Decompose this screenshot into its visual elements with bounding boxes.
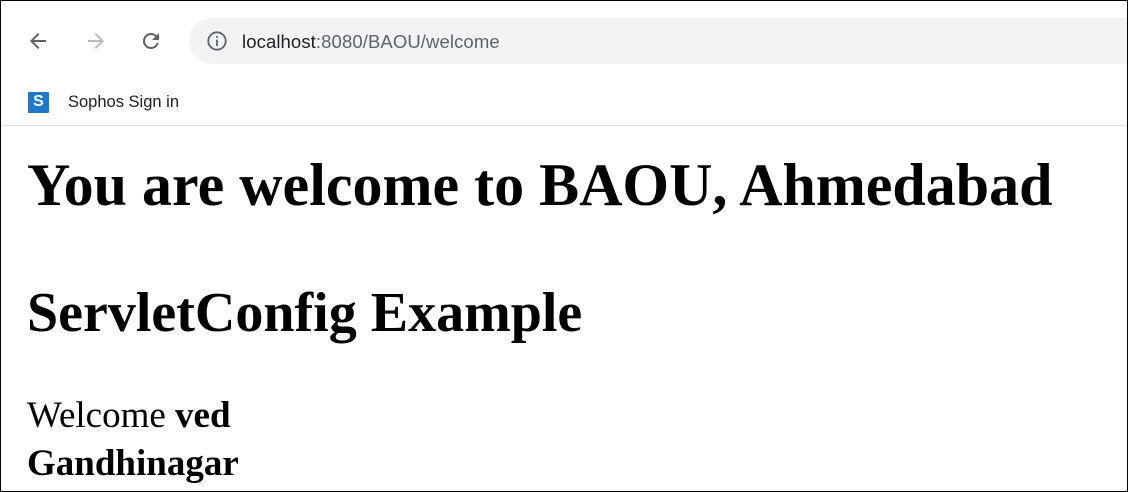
bookmarks-bar: S Sophos Sign in <box>1 81 1127 126</box>
sophos-icon: S <box>28 91 49 113</box>
forward-button[interactable] <box>78 23 114 59</box>
welcome-name: ved <box>175 395 231 436</box>
back-button[interactable] <box>20 23 56 59</box>
info-circle-icon[interactable] <box>206 30 228 52</box>
page-heading-servletconfig: ServletConfig Example <box>27 282 583 344</box>
browser-window: localhost:8080/BAOU/welcome S Sophos Sig… <box>0 0 1128 492</box>
url-host: localhost <box>242 31 316 52</box>
browser-toolbar: localhost:8080/BAOU/welcome <box>1 1 1127 81</box>
reload-button[interactable] <box>133 23 169 59</box>
welcome-prefix: Welcome <box>27 395 176 436</box>
reload-icon <box>142 32 159 49</box>
page-heading-welcome: You are welcome to BAOU, Ahmedabad <box>27 152 1053 218</box>
address-bar[interactable]: localhost:8080/BAOU/welcome <box>189 18 1127 64</box>
bookmark-label: Sophos Sign in <box>68 92 179 111</box>
address-url[interactable]: localhost:8080/BAOU/welcome <box>242 31 500 53</box>
url-path: :8080/BAOU/welcome <box>315 31 500 52</box>
arrow-left-icon <box>30 33 46 49</box>
bookmark-sophos-sign-in[interactable]: S Sophos Sign in <box>28 87 179 117</box>
city-line: Gandhinagar <box>27 443 239 484</box>
welcome-line: Welcome ved <box>27 397 231 434</box>
arrow-right-icon <box>88 33 104 49</box>
